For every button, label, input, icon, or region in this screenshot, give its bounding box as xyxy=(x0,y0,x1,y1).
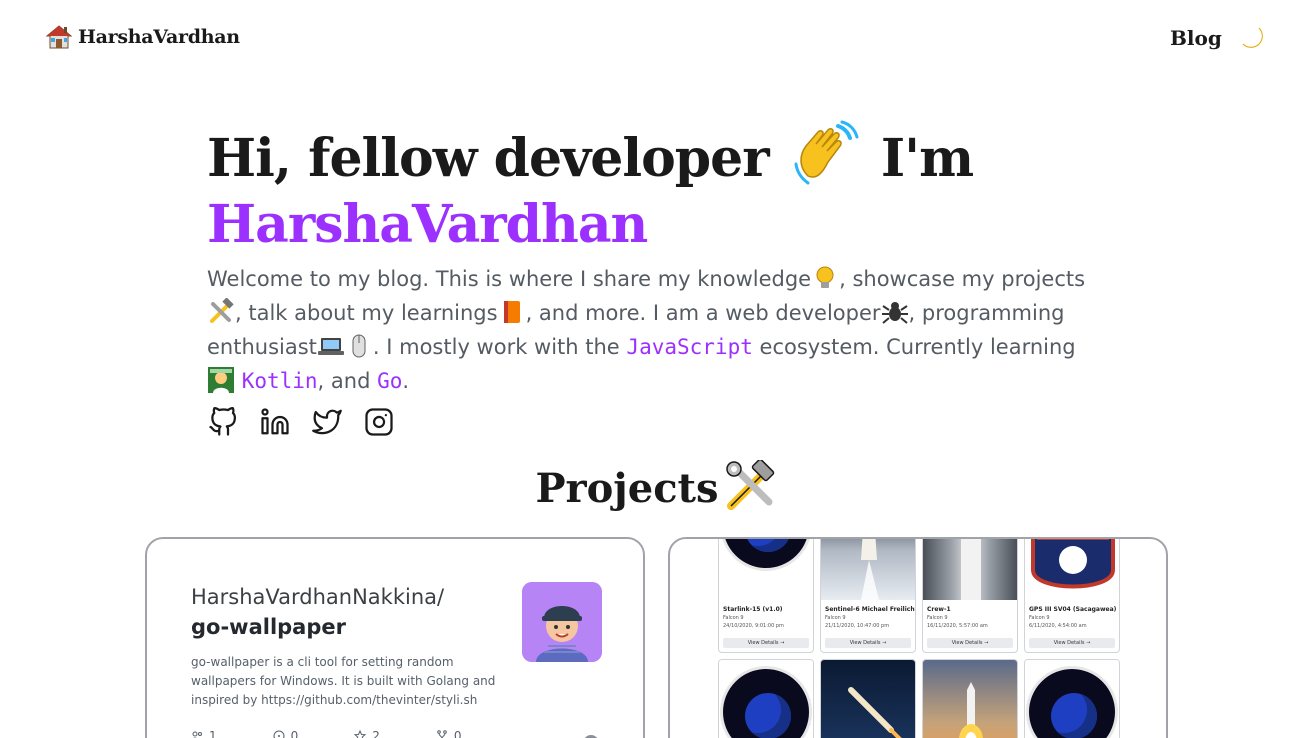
launch-name: Starlink-15 (v1.0) xyxy=(723,606,783,613)
launch-card xyxy=(1024,659,1120,738)
launch-name: Crew-1 xyxy=(927,606,951,613)
mission-patch-image xyxy=(1025,539,1119,600)
repo-name: go-wallpaper xyxy=(191,615,346,639)
brand-home-link[interactable]: HarshaVardhan xyxy=(46,24,240,50)
launch-rocket: Falcon 9 xyxy=(1029,615,1050,621)
launch-rocket: Falcon 9 xyxy=(723,615,744,621)
avatar xyxy=(522,582,602,662)
github-icon xyxy=(209,407,236,436)
hero-intro: Welcome to my blog. This is where I shar… xyxy=(207,262,1107,398)
launch-card xyxy=(922,659,1018,738)
contributors-count: 1 xyxy=(209,729,217,738)
book-icon xyxy=(503,301,520,323)
launch-card: Crew-1 Falcon 9 16/11/2020, 5:57:00 am V… xyxy=(922,539,1018,653)
mouse-icon xyxy=(352,334,366,358)
instagram-icon xyxy=(365,408,393,436)
moon-icon xyxy=(1242,27,1263,48)
linkedin-icon xyxy=(261,408,289,435)
people-icon xyxy=(192,731,202,738)
fork-icon xyxy=(437,730,447,738)
launch-card: Sentinel-6 Michael Freilich Falcon 9 21/… xyxy=(820,539,916,653)
repo-stats: 1 0 2 0 xyxy=(191,729,462,738)
launch-card xyxy=(718,659,814,738)
view-details-button[interactable]: View Details → xyxy=(927,638,1013,648)
launch-rocket: Falcon 9 xyxy=(927,615,948,621)
stars-stat: 2 xyxy=(354,729,380,738)
hero-section: Hi, fellow developer I'm HarshaVardhan W… xyxy=(207,120,1107,398)
repo-description: go-wallpaper is a cli tool for setting r… xyxy=(191,655,496,707)
twitter-icon xyxy=(312,409,342,435)
intro-text-3: , talk about my learnings xyxy=(235,301,498,325)
laptop-icon xyxy=(317,338,344,355)
launch-date: 16/11/2020, 5:57:00 am xyxy=(927,623,988,629)
hero-heading: Hi, fellow developer I'm HarshaVardhan xyxy=(207,120,1107,258)
view-details-button[interactable]: View Details → xyxy=(1029,638,1115,648)
brand-name: HarshaVardhan xyxy=(78,26,240,48)
student-icon xyxy=(208,367,234,393)
kotlin-tag: Kotlin xyxy=(241,369,318,393)
theme-toggle-button[interactable] xyxy=(1236,22,1270,56)
house-icon xyxy=(46,25,72,49)
intro-text-8: , and xyxy=(317,369,371,393)
hero-greeting: Hi, fellow developer xyxy=(207,128,770,189)
view-details-button[interactable]: View Details → xyxy=(723,638,809,648)
launch-card: Starlink-15 (v1.0) Falcon 9 24/10/2020, … xyxy=(718,539,814,653)
projects-title-text: Projects xyxy=(535,465,719,512)
social-links xyxy=(207,406,395,438)
forks-count: 0 xyxy=(453,729,462,738)
spider-icon xyxy=(881,302,908,324)
launch-name: GPS III SV04 (Sacagawea) xyxy=(1029,606,1117,613)
hammer-wrench-icon xyxy=(210,298,234,323)
launch-grid: Starlink-15 (v1.0) Falcon 9 24/10/2020, … xyxy=(718,539,1120,738)
launch-photo xyxy=(821,539,915,600)
mission-patch-image xyxy=(719,660,813,738)
instagram-link[interactable] xyxy=(363,406,395,438)
mission-patch-image xyxy=(1025,660,1119,738)
forks-stat: 0 xyxy=(436,729,462,738)
launch-photo xyxy=(923,539,1017,600)
project-card-spacex-launches[interactable]: Starlink-15 (v1.0) Falcon 9 24/10/2020, … xyxy=(668,537,1168,738)
launch-date: 24/10/2020, 9:01:00 pm xyxy=(723,623,784,629)
mission-patch-image xyxy=(719,539,813,600)
issues-stat: 0 xyxy=(273,729,299,738)
issue-icon xyxy=(273,730,285,738)
linkedin-link[interactable] xyxy=(259,406,291,438)
stars-count: 2 xyxy=(372,729,380,738)
intro-text-2: , showcase my projects xyxy=(839,267,1086,291)
github-link[interactable] xyxy=(207,406,239,438)
project-card-go-wallpaper[interactable]: HarshaVardhanNakkina/ go-wallpaper go-wa… xyxy=(145,537,645,738)
intro-text-7: ecosystem. Currently learning xyxy=(759,335,1076,359)
nav-blog-link[interactable]: Blog xyxy=(1170,26,1222,50)
issues-count: 0 xyxy=(290,729,299,738)
lightbulb-icon xyxy=(816,266,834,288)
hero-name: HarshaVardhan xyxy=(207,194,648,255)
star-icon xyxy=(354,730,367,738)
intro-text-6: . I mostly work with the xyxy=(372,335,620,359)
waving-hand-icon xyxy=(794,120,859,185)
launch-date: 21/11/2020, 10:47:00 pm xyxy=(825,623,890,629)
twitter-link[interactable] xyxy=(311,406,343,438)
launch-card xyxy=(820,659,916,738)
contributors-stat: 1 xyxy=(191,729,217,738)
launch-rocket: Falcon 9 xyxy=(825,615,846,621)
launch-photo xyxy=(923,660,1017,738)
launch-date: 6/11/2020, 4:54:00 am xyxy=(1029,623,1087,629)
launch-card: GPS III SV04 (Sacagawea) Falcon 9 6/11/2… xyxy=(1024,539,1120,653)
hero-im: I'm xyxy=(880,128,974,189)
javascript-tag: JavaScript xyxy=(626,335,753,359)
launch-photo xyxy=(821,660,915,738)
hammer-wrench-icon xyxy=(725,460,774,510)
launch-name: Sentinel-6 Michael Freilich xyxy=(825,606,915,613)
intro-text-4: , and more. I am a web developer xyxy=(525,301,881,325)
intro-text-1: Welcome to my blog. This is where I shar… xyxy=(207,267,812,291)
view-details-button[interactable]: View Details → xyxy=(825,638,911,648)
go-tag: Go xyxy=(377,369,403,393)
repo-owner: HarshaVardhanNakkina/ xyxy=(191,585,445,609)
intro-text-9: . xyxy=(402,369,410,393)
projects-heading: Projects xyxy=(0,460,1312,517)
site-header: HarshaVardhan Blog xyxy=(0,0,1312,80)
